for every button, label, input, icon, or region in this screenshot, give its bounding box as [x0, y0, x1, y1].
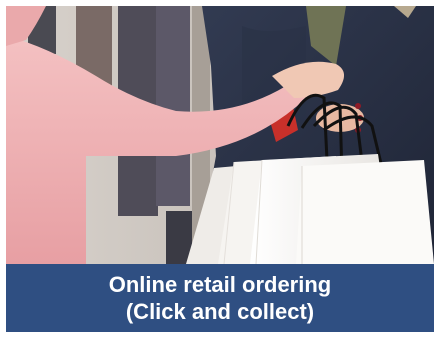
caption-banner: Online retail ordering (Click and collec…: [6, 264, 434, 332]
promo-card[interactable]: Online retail ordering (Click and collec…: [6, 6, 434, 332]
caption-title: Online retail ordering: [108, 272, 332, 297]
shopping-bags-photo: [6, 6, 434, 264]
caption-subtitle: (Click and collect): [125, 299, 315, 324]
